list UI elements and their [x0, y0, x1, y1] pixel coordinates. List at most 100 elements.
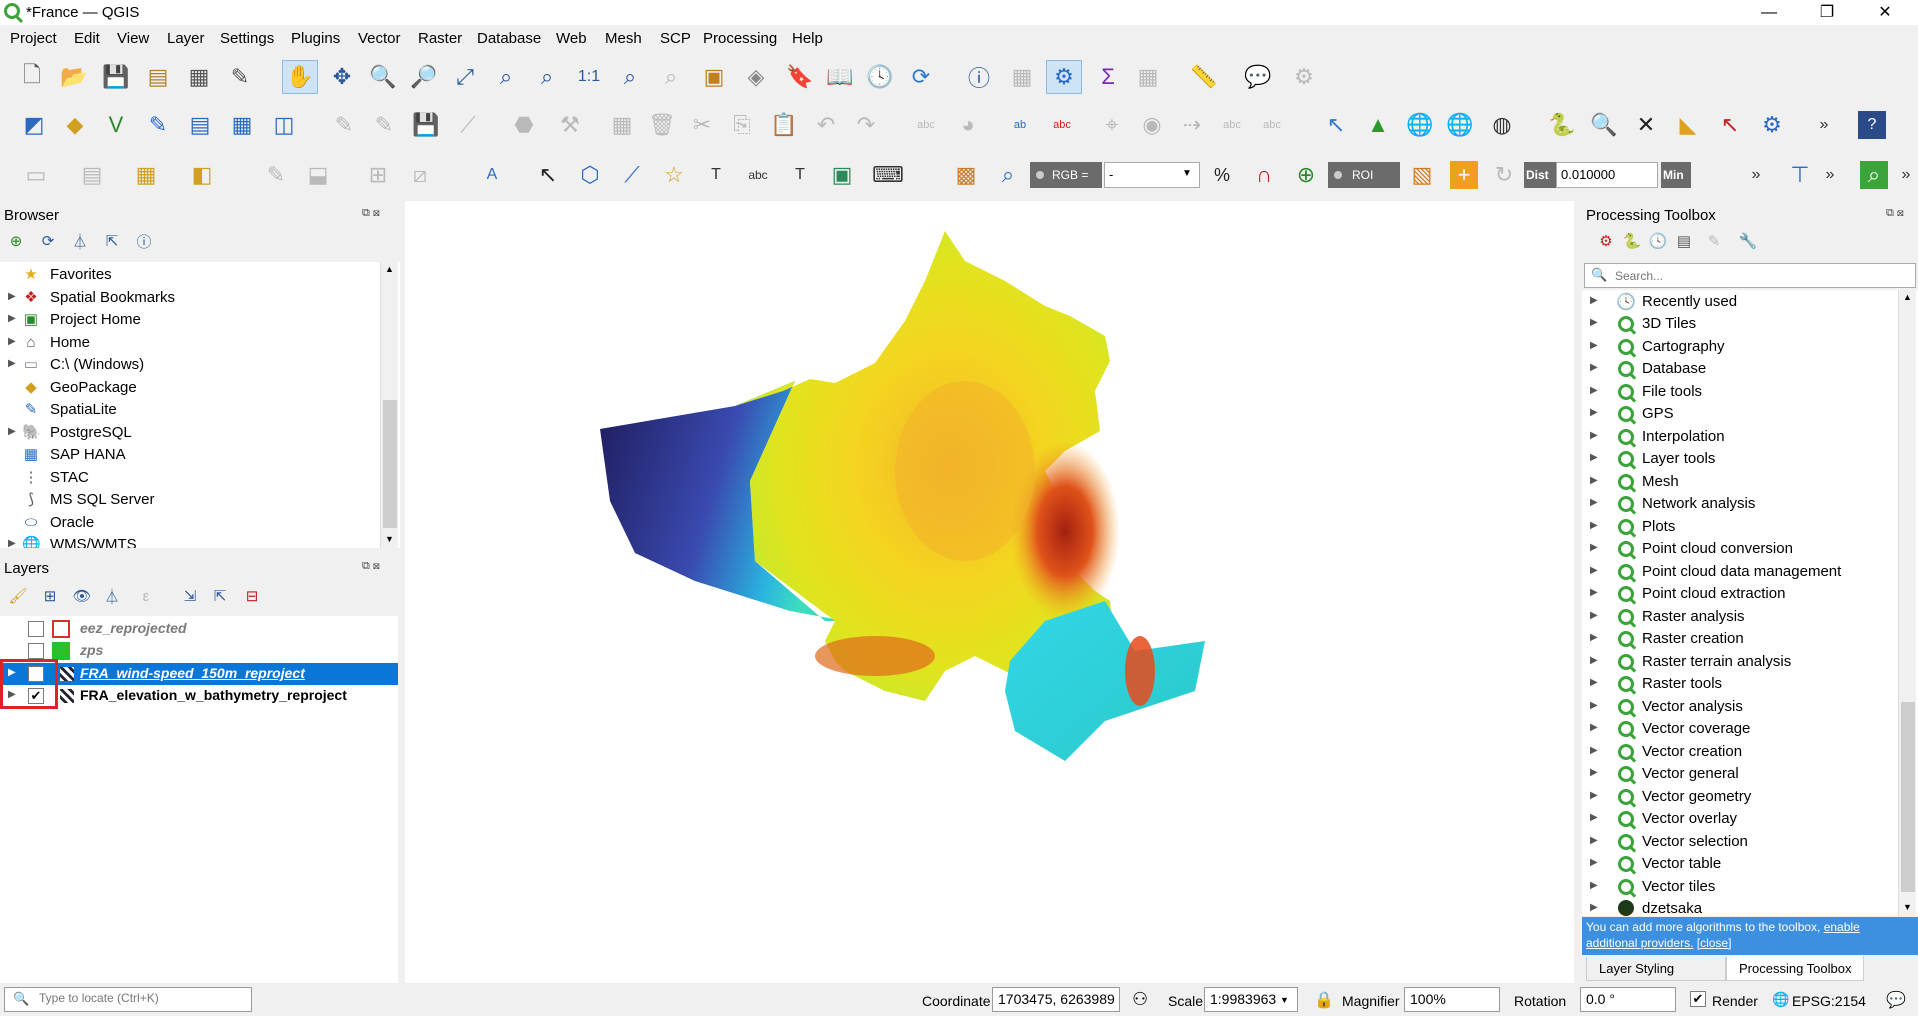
history-icon[interactable]: 🕓	[1646, 229, 1670, 253]
table-disabled-icon[interactable]: ▤	[78, 161, 106, 189]
expand-arrow-icon[interactable]: ▶	[1590, 565, 1598, 576]
magnifier-spinbox[interactable]: 100%	[1404, 987, 1500, 1012]
menu-raster[interactable]: Raster	[418, 30, 462, 47]
menu-plugins[interactable]: Plugins	[291, 30, 340, 47]
locator-search-input[interactable]: Type to locate (Ctrl+K)	[4, 987, 252, 1012]
scroll-down-icon[interactable]: ▼	[385, 534, 394, 544]
browser-refresh-icon[interactable]: ⟳	[36, 229, 60, 253]
toolbar3-overflow-icon[interactable]: »	[1742, 161, 1770, 189]
menu-web[interactable]: Web	[556, 30, 587, 47]
layout-manager-icon[interactable]: ▦	[185, 63, 213, 91]
new-geopackage-layer-icon[interactable]: ◆	[61, 111, 89, 139]
add-feature-icon[interactable]: ⬣	[510, 111, 538, 139]
scp-zoom-icon[interactable]: ⌕	[994, 161, 1022, 189]
cut-features-icon[interactable]: ✂	[688, 111, 716, 139]
expand-arrow-icon[interactable]: ▶	[1590, 655, 1598, 666]
expand-arrow-icon[interactable]: ▶	[1590, 722, 1598, 733]
select-features-icon[interactable]: ↖	[1322, 111, 1350, 139]
undo-icon[interactable]: ↶	[812, 111, 840, 139]
expand-arrow-icon[interactable]: ▶	[8, 336, 16, 347]
paste-features-icon[interactable]: 📋	[770, 111, 798, 139]
expand-arrow-icon[interactable]: ▶	[1590, 677, 1598, 688]
identify-features-icon[interactable]: ⓘ	[965, 63, 993, 91]
zoom-last-icon[interactable]: ⌕	[616, 63, 644, 91]
data-source-manager-icon[interactable]: ◩	[20, 111, 48, 139]
tab-processing-toolbox[interactable]: Processing Toolbox	[1726, 956, 1864, 981]
expand-arrow-icon[interactable]: ▶	[1590, 295, 1598, 306]
filter-legend-icon[interactable]: ⏃	[100, 584, 124, 608]
network-tool-icon[interactable]: ⚙	[1758, 111, 1786, 139]
toolbox-scrollbar[interactable]: ▲ ▼	[1898, 290, 1916, 916]
zoom-in-icon[interactable]: 🔍	[369, 63, 397, 91]
expand-arrow-icon[interactable]: ▶	[1590, 700, 1598, 711]
map-tips-icon[interactable]: 💬	[1244, 63, 1272, 91]
collapse-all-icon[interactable]: ⇱	[100, 229, 124, 253]
split-disabled-icon[interactable]: ⧄	[406, 161, 434, 189]
edit-disabled-icon[interactable]: ✎	[262, 161, 290, 189]
expand-arrow-icon[interactable]: ▶	[8, 291, 16, 302]
expand-arrow-icon[interactable]: ▶	[1590, 880, 1598, 891]
label-tool-icon[interactable]: abc	[912, 111, 940, 139]
show-hide-labels-icon[interactable]: ◉	[1138, 111, 1166, 139]
style-manager-icon[interactable]: ✎	[226, 63, 254, 91]
modify-attributes-icon[interactable]: ▦	[608, 111, 636, 139]
copy-features-icon[interactable]: ⎘	[728, 111, 756, 139]
menu-mesh[interactable]: Mesh	[605, 30, 642, 47]
new-bookmark-icon[interactable]: 🔖	[786, 63, 814, 91]
menu-vector[interactable]: Vector	[358, 30, 401, 47]
expand-arrow-icon[interactable]: ▶	[1590, 385, 1598, 396]
menu-view[interactable]: View	[117, 30, 149, 47]
new-print-layout-icon[interactable]: ▤	[144, 63, 172, 91]
marker-annotation-icon[interactable]: ☆	[660, 161, 688, 189]
expand-arrow-icon[interactable]: ▶	[1590, 902, 1598, 913]
restore-button[interactable]: ❐	[1804, 0, 1850, 25]
digitize-line-icon[interactable]: ⟋	[454, 111, 482, 139]
delete-selected-icon[interactable]: 🗑	[648, 111, 676, 139]
zoom-next-icon[interactable]: ⌕	[657, 63, 685, 91]
scp-polygon-icon[interactable]: ▧	[1408, 161, 1436, 189]
add-wms-layer-icon[interactable]: ▤	[186, 111, 214, 139]
filter-by-expression-icon[interactable]: ε	[134, 584, 158, 608]
expand-arrow-icon[interactable]: ▶	[8, 426, 16, 437]
crs-label[interactable]: EPSG:2154	[1792, 993, 1866, 1009]
layer-row-wind-speed[interactable]: ▶ FRA_wind-speed_150m_reproject	[0, 663, 398, 685]
cursor-tool-icon[interactable]: ↖	[1716, 111, 1744, 139]
open-layer-styling-icon[interactable]: 🖌	[6, 584, 30, 608]
add-mesh-layer-icon[interactable]: ◫	[270, 111, 298, 139]
expand-arrow-icon[interactable]: ▶	[8, 358, 16, 369]
menu-help[interactable]: Help	[792, 30, 823, 47]
layer-labeling-icon[interactable]: ab	[1006, 111, 1034, 139]
pin-labels-icon[interactable]: ⌖	[1098, 111, 1126, 139]
attribute-table-disabled-icon[interactable]: ▦	[1008, 63, 1036, 91]
python-console-icon[interactable]: 🐍	[1548, 111, 1576, 139]
move-label-icon[interactable]: ⇢	[1178, 111, 1206, 139]
expand-arrow-icon[interactable]: ▶	[1590, 745, 1598, 756]
add-group-icon[interactable]: ⊞	[38, 584, 62, 608]
select-by-location-icon[interactable]: ◧	[188, 161, 216, 189]
temporal-controller-icon[interactable]: 🕓	[866, 63, 894, 91]
vertex-tool-icon[interactable]: ⚒	[556, 111, 584, 139]
map-canvas[interactable]	[405, 201, 1574, 983]
toolbar3-overflow-2-icon[interactable]: »	[1816, 161, 1844, 189]
menu-project[interactable]: Project	[10, 30, 57, 47]
expand-arrow-icon[interactable]: ▶	[8, 538, 16, 548]
filter-browser-icon[interactable]: ⏃	[68, 229, 92, 253]
manage-map-themes-icon[interactable]: 👁	[70, 584, 94, 608]
expand-arrow-icon[interactable]: ▶	[1590, 812, 1598, 823]
menu-edit[interactable]: Edit	[74, 30, 100, 47]
results-viewer-icon[interactable]: ▤	[1672, 229, 1696, 253]
layer-labeling-options-icon[interactable]: abc	[1048, 111, 1076, 139]
help-icon[interactable]: ?	[1858, 111, 1886, 139]
menu-layer[interactable]: Layer	[167, 30, 205, 47]
layer-visibility-checkbox[interactable]	[28, 643, 44, 659]
browser-scrollbar[interactable]: ▲ ▼	[380, 262, 398, 548]
new-3d-map-view-icon[interactable]: ◈	[742, 63, 770, 91]
expand-arrow-icon[interactable]: ▶	[1590, 340, 1598, 351]
layer-row-elevation[interactable]: ▶ ✔ FRA_elevation_w_bathymetry_reproject	[0, 685, 398, 707]
tab-layer-styling[interactable]: Layer Styling	[1586, 957, 1726, 981]
toggle-editing-icon[interactable]: ✎	[370, 111, 398, 139]
close-info-link[interactable]: [close]	[1697, 936, 1732, 950]
browser-dock-buttons[interactable]: ⧉ ⊠	[362, 207, 380, 220]
zoom-to-selection-icon[interactable]: ⌕	[492, 63, 520, 91]
scroll-up-icon[interactable]: ▲	[1903, 292, 1912, 302]
